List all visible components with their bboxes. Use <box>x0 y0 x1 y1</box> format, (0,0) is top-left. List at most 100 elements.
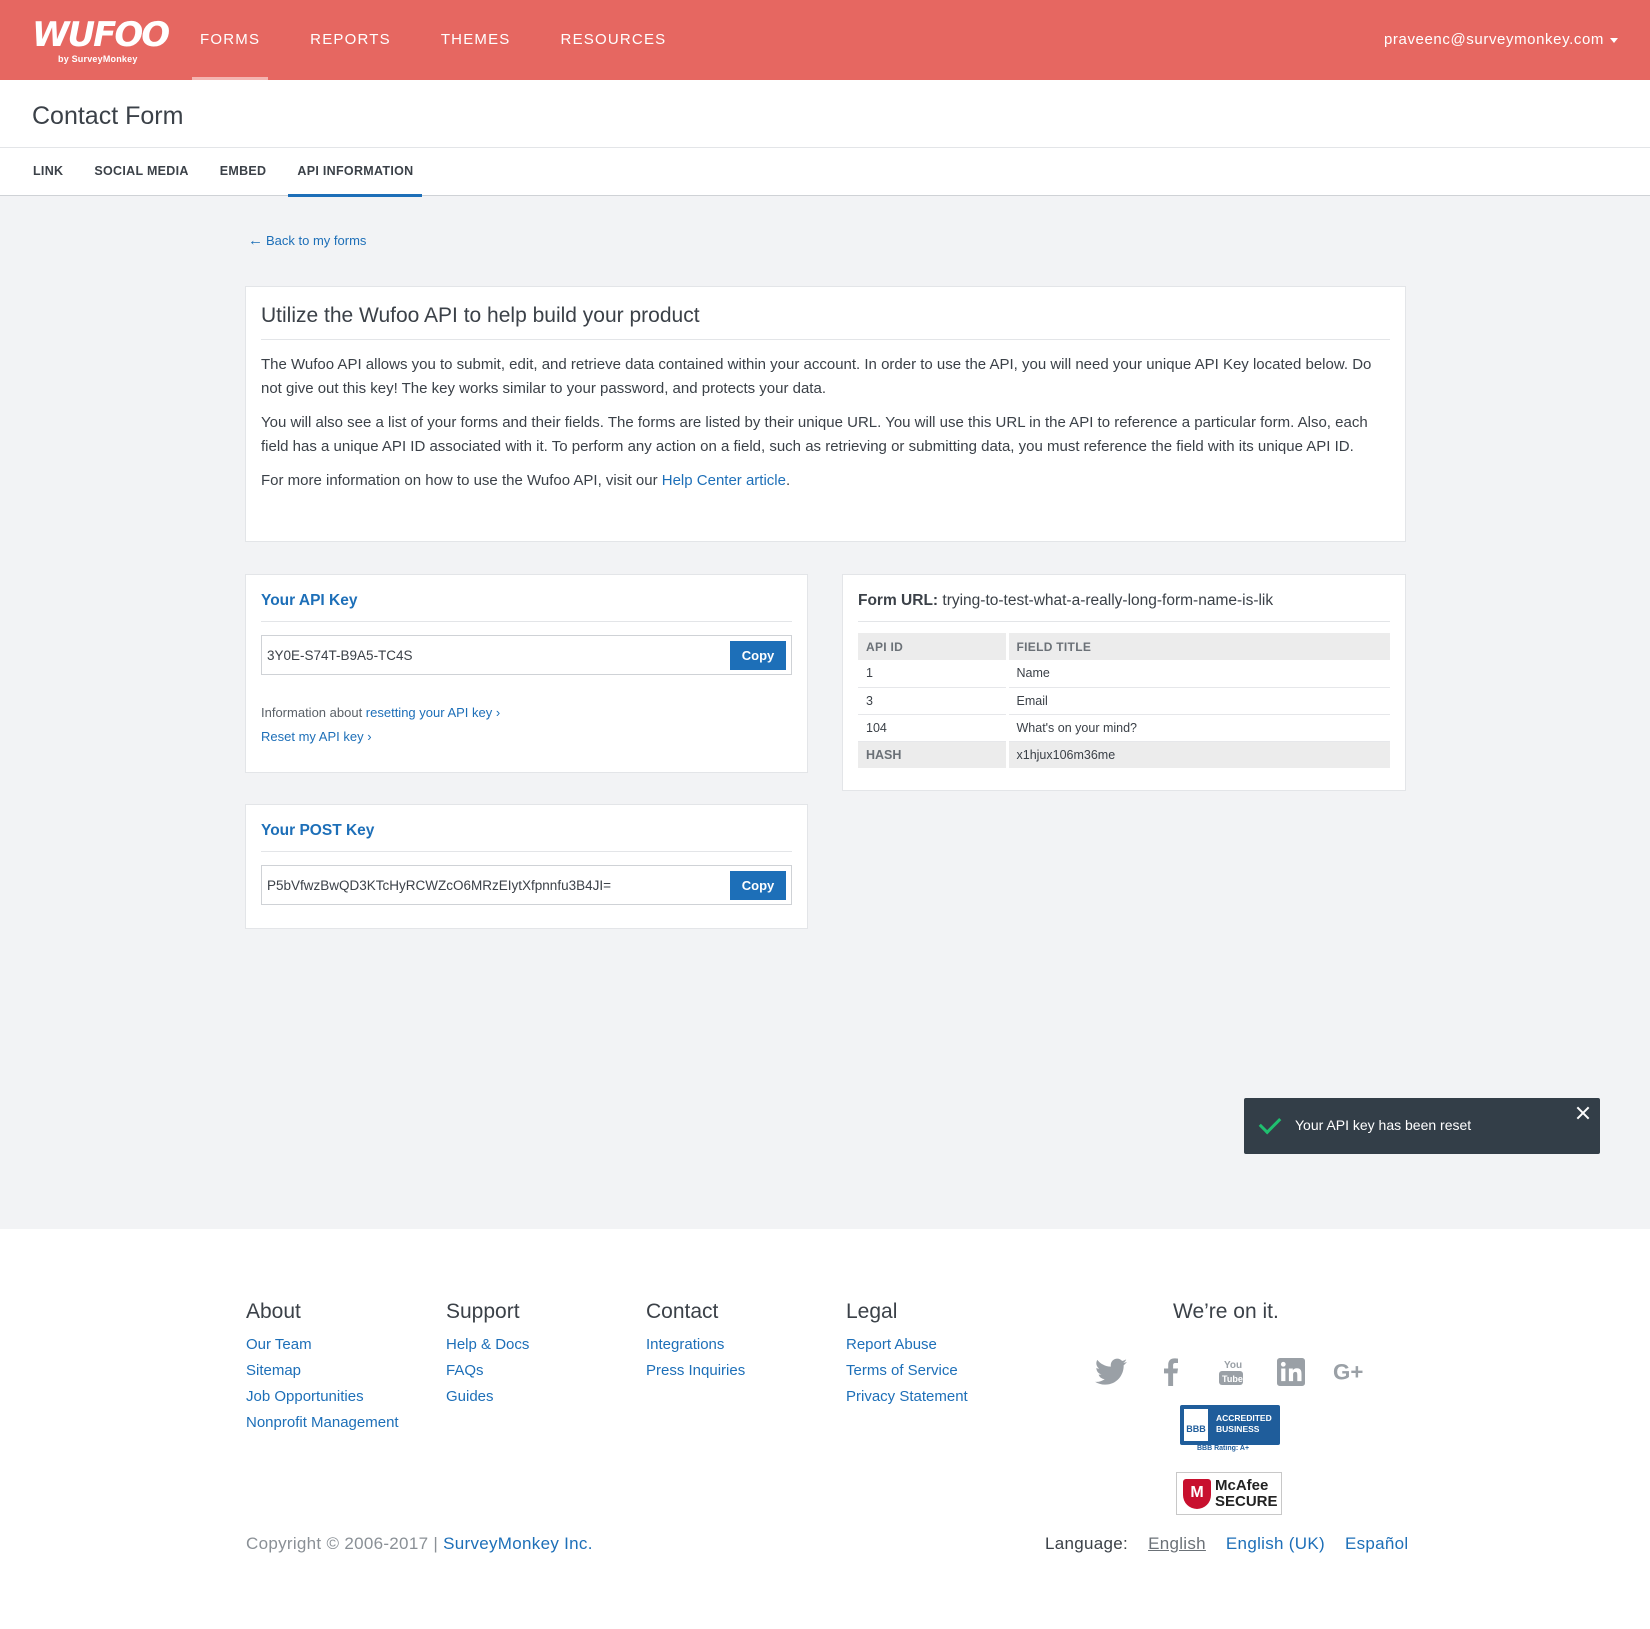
close-icon[interactable] <box>1574 1104 1592 1122</box>
share-tabs: LINK SOCIAL MEDIA EMBED API INFORMATION <box>24 148 435 197</box>
field-title-cell: Email <box>1007 687 1390 715</box>
footer-link-integrations[interactable]: Integrations <box>646 1332 745 1358</box>
nav-forms[interactable]: FORMS <box>192 0 269 80</box>
footer-legal: Legal Report Abuse Terms of Service Priv… <box>846 1300 968 1410</box>
language-english[interactable]: English <box>1148 1534 1206 1554</box>
footer-link-privacy[interactable]: Privacy Statement <box>846 1384 968 1410</box>
table-row: 104 What's on your mind? <box>858 714 1390 742</box>
form-url-value: trying-to-test-what-a-really-long-form-n… <box>942 592 1274 609</box>
intro-p3-prefix: For more information on how to use the W… <box>261 472 662 489</box>
post-key-heading: Your POST Key <box>261 805 792 852</box>
api-id-cell: 3 <box>858 687 1009 715</box>
field-title-cell: Name <box>1007 660 1390 688</box>
tab-embed[interactable]: EMBED <box>211 148 276 196</box>
logo-wordmark: WUFOO <box>32 15 170 55</box>
footer-tagline: We’re on it. <box>1173 1300 1279 1323</box>
footer-link-terms[interactable]: Terms of Service <box>846 1358 968 1384</box>
table-row: 3 Email <box>858 687 1390 715</box>
api-key-input[interactable] <box>267 636 707 674</box>
page-header: Contact Form <box>0 80 1650 148</box>
mcafee-secure-badge[interactable]: M McAfee SECURE <box>1176 1472 1282 1515</box>
footer-heading: Support <box>446 1300 520 1323</box>
bbb-text: ACCREDITED BUSINESS <box>1216 1413 1272 1435</box>
tab-link[interactable]: LINK <box>24 148 72 196</box>
api-id-cell: 1 <box>858 660 1009 688</box>
nav-resources[interactable]: RESOURCES <box>553 0 675 80</box>
svg-text:G+: G+ <box>1333 1360 1363 1385</box>
back-to-forms-link[interactable]: ← Back to my forms <box>248 232 366 249</box>
post-key-input[interactable] <box>267 866 707 904</box>
svg-text:You: You <box>1224 1360 1242 1371</box>
language-english-uk[interactable]: English (UK) <box>1226 1534 1325 1554</box>
footer-heading: About <box>246 1300 301 1323</box>
post-key-card: Your POST Key Copy <box>245 804 808 929</box>
wufoo-logo[interactable]: WUFOO by SurveyMonkey <box>32 15 170 64</box>
footer-link-sitemap[interactable]: Sitemap <box>246 1358 399 1384</box>
bbb-line-1: ACCREDITED <box>1216 1413 1272 1423</box>
user-email: praveenc@surveymonkey.com <box>1383 31 1604 48</box>
mcafee-shield-icon: M <box>1183 1479 1211 1509</box>
api-key-info: Information about resetting your API key… <box>261 701 792 749</box>
footer-link-job-opportunities[interactable]: Job Opportunities <box>246 1384 399 1410</box>
footer-heading: Legal <box>846 1300 898 1323</box>
column-header-field-title: FIELD TITLE <box>1007 633 1390 660</box>
column-header-api-id: API ID <box>858 633 1009 660</box>
post-key-field: Copy <box>261 865 792 905</box>
footer-contact: Contact Integrations Press Inquiries <box>646 1300 745 1384</box>
footer-link-press[interactable]: Press Inquiries <box>646 1358 745 1384</box>
youtube-icon[interactable]: You Tube <box>1213 1354 1249 1390</box>
reset-info-line: Information about resetting your API key… <box>261 701 792 725</box>
footer-link-report-abuse[interactable]: Report Abuse <box>846 1332 968 1358</box>
reset-api-key-link[interactable]: Reset my API key › <box>261 729 372 744</box>
intro-paragraph-2: You will also see a list of your forms a… <box>261 414 1368 455</box>
language-espanol[interactable]: Español <box>1345 1534 1409 1554</box>
intro-heading: Utilize the Wufoo API to help build your… <box>261 287 1390 340</box>
copy-api-key-button[interactable]: Copy <box>730 641 786 670</box>
footer-support: Support Help & Docs FAQs Guides <box>446 1300 529 1410</box>
surveymonkey-link[interactable]: SurveyMonkey Inc. <box>443 1534 593 1553</box>
footer-link-guides[interactable]: Guides <box>446 1384 529 1410</box>
tab-social-media[interactable]: SOCIAL MEDIA <box>85 148 197 196</box>
fields-table: API ID FIELD TITLE 1 Name 3 Email 104 Wh… <box>858 633 1390 768</box>
language-selector: Language: English English (UK) Español <box>1045 1534 1409 1554</box>
social-links: You Tube G+ <box>1093 1354 1393 1390</box>
intro-paragraph-3: For more information on how to use the W… <box>261 469 1390 493</box>
footer-heading: Contact <box>646 1300 719 1323</box>
mcafee-line-2: SECURE <box>1215 1493 1278 1510</box>
google-plus-icon[interactable]: G+ <box>1333 1354 1369 1390</box>
copy-post-key-button[interactable]: Copy <box>730 871 786 900</box>
svg-text:Tube: Tube <box>1222 1374 1243 1384</box>
footer-about: About Our Team Sitemap Job Opportunities… <box>246 1300 399 1436</box>
twitter-icon[interactable] <box>1093 1354 1129 1390</box>
mcafee-line-1: McAfee <box>1215 1477 1269 1494</box>
resetting-api-key-link[interactable]: resetting your API key › <box>366 705 500 720</box>
hash-value: x1hjux106m36me <box>1007 741 1390 768</box>
bbb-rating: BBB Rating: A+ <box>1197 1445 1250 1452</box>
table-header-row: API ID FIELD TITLE <box>858 633 1390 660</box>
success-toast: Your API key has been reset <box>1244 1098 1600 1154</box>
user-menu[interactable]: praveenc@surveymonkey.com <box>1384 0 1618 80</box>
bbb-accredited-badge[interactable]: BBB ACCREDITED BUSINESS <box>1180 1405 1280 1445</box>
footer: About Our Team Sitemap Job Opportunities… <box>0 1229 1650 1629</box>
api-key-card: Your API Key Copy Information about rese… <box>245 574 808 773</box>
linkedin-icon[interactable] <box>1273 1354 1309 1390</box>
tab-api-information[interactable]: API INFORMATION <box>288 148 423 197</box>
api-key-field: Copy <box>261 635 792 675</box>
footer-link-help-docs[interactable]: Help & Docs <box>446 1332 529 1358</box>
field-title-cell: What's on your mind? <box>1007 714 1390 742</box>
api-id-cell: 104 <box>858 714 1009 742</box>
hash-label: HASH <box>858 741 1009 768</box>
checkmark-icon <box>1258 1111 1282 1135</box>
footer-link-our-team[interactable]: Our Team <box>246 1332 399 1358</box>
share-tabs-bar: LINK SOCIAL MEDIA EMBED API INFORMATION <box>0 148 1650 197</box>
nav-reports[interactable]: REPORTS <box>302 0 399 80</box>
footer-link-nonprofit[interactable]: Nonprofit Management <box>246 1410 399 1436</box>
nav-themes[interactable]: THEMES <box>433 0 519 80</box>
main-nav: FORMS REPORTS THEMES RESOURCES <box>192 0 708 80</box>
api-intro-card: Utilize the Wufoo API to help build your… <box>245 286 1406 542</box>
facebook-icon[interactable] <box>1153 1354 1189 1390</box>
form-url: Form URL: trying-to-test-what-a-really-l… <box>858 575 1390 622</box>
footer-link-faqs[interactable]: FAQs <box>446 1358 529 1384</box>
help-center-link[interactable]: Help Center article <box>662 472 786 489</box>
logo-tagline: by SurveyMonkey <box>58 54 138 64</box>
